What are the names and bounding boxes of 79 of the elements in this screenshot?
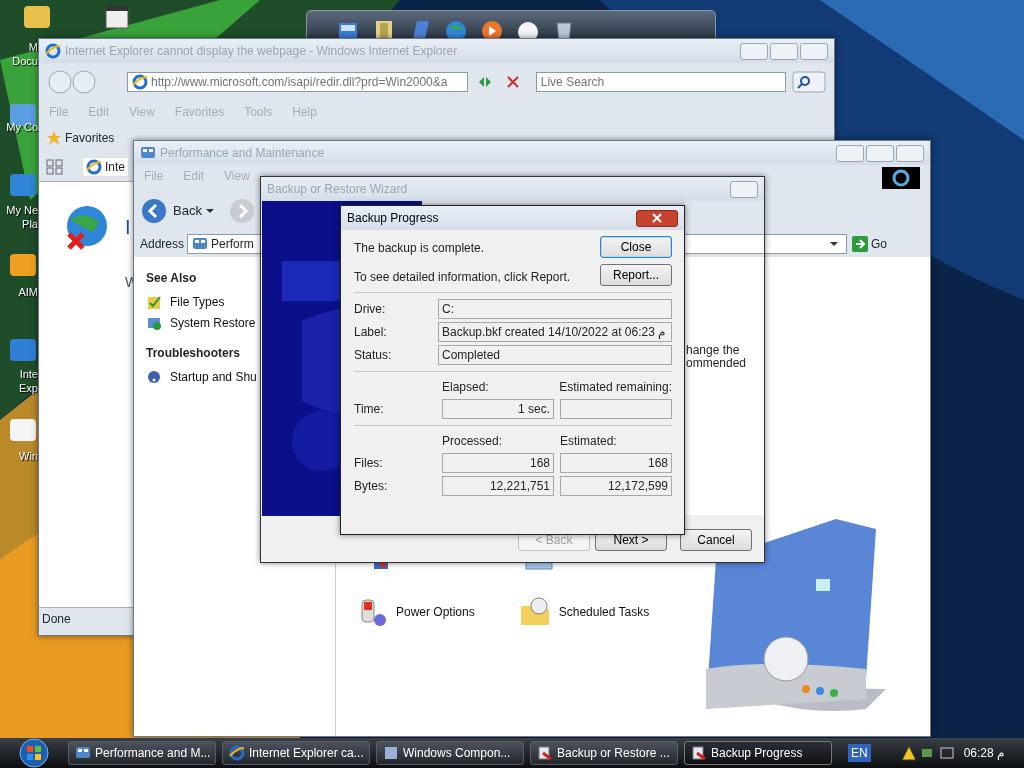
- count-value: 12,221,751: [442, 476, 554, 496]
- warning-icon[interactable]: [900, 745, 917, 761]
- address-label: Address: [140, 236, 185, 253]
- quick-tabs-icon[interactable]: [45, 158, 65, 176]
- dropdown-arrow-icon[interactable]: [830, 240, 841, 248]
- browser-tab[interactable]: Inte: [82, 157, 129, 177]
- field-value: C:: [438, 299, 672, 319]
- windows-logo-icon: [882, 167, 920, 189]
- sidebar-link[interactable]: Startup and Shu: [146, 368, 257, 386]
- field-label: Status:: [354, 347, 393, 364]
- desktop-icon-label[interactable]: Inte Exp: [0, 367, 38, 395]
- wizard-button[interactable]: Cancel: [680, 529, 752, 551]
- taskbar-button[interactable]: Backup Progress: [684, 741, 832, 765]
- backup-icon: [537, 745, 553, 761]
- clock[interactable]: 06:28 م: [963, 744, 1005, 762]
- restore-icon: [146, 315, 162, 331]
- description-text: hange the: [686, 342, 740, 358]
- go-arrow-icon: [852, 236, 869, 252]
- field-label: Label:: [354, 324, 388, 341]
- row-label: Bytes:: [354, 478, 389, 495]
- sidebar-link[interactable]: System Restore: [146, 314, 256, 332]
- taskbar-button[interactable]: Windows Compon...: [376, 741, 524, 765]
- column-heading: Estimated remaining:: [559, 379, 672, 396]
- taskbar-button[interactable]: Backup or Restore ...: [530, 741, 678, 765]
- media-icon[interactable]: [104, 4, 130, 30]
- page-icon: [132, 74, 148, 90]
- help-icon: [146, 369, 162, 385]
- field-value: Backup.bkf created 14/10/2022 at 06:23 م: [438, 322, 672, 342]
- column-heading: Processed:: [442, 433, 504, 450]
- desktop-icon-label[interactable]: AIM: [0, 285, 38, 299]
- dropdown-arrow-icon[interactable]: [205, 207, 216, 215]
- taskbar-button[interactable]: Performance and M...: [68, 741, 216, 765]
- browser-icon: [45, 43, 61, 59]
- device-icon[interactable]: [938, 745, 955, 761]
- desktop-icon-label[interactable]: My Ne Pla: [0, 203, 38, 231]
- sidebar-link[interactable]: File Types: [146, 293, 225, 311]
- close-icon[interactable]: [651, 213, 663, 223]
- favorites-button[interactable]: Favorites: [45, 128, 116, 148]
- folder-icon[interactable]: [373, 19, 395, 41]
- section-heading: Troubleshooters: [146, 345, 241, 362]
- window-title: Performance and Maintenance: [160, 145, 325, 162]
- description-text: ommended: [686, 356, 747, 372]
- control-panel-icon: [140, 145, 156, 161]
- time-value: 1 sec.: [442, 399, 554, 419]
- control-panel-icon: [75, 745, 91, 761]
- count-value: 168: [560, 453, 672, 473]
- dialog-title: Backup Progress: [347, 210, 439, 227]
- back-button[interactable]: Back: [140, 197, 203, 225]
- go-button[interactable]: Go: [851, 234, 889, 254]
- checkmark-icon: [146, 294, 162, 310]
- count-value: 12,172,599: [560, 476, 672, 496]
- star-icon: [46, 130, 62, 146]
- search-icon[interactable]: [792, 71, 826, 93]
- column-heading: Estimated:: [560, 433, 618, 450]
- window-title: Internet Explorer cannot display the webpage - Windows Internet Explorer: [65, 43, 458, 60]
- page-heading: I: [125, 215, 131, 240]
- column-heading: Elapsed:: [442, 379, 490, 396]
- window-icon: [383, 745, 399, 761]
- start-button[interactable]: [16, 738, 52, 768]
- search-field[interactable]: Live Search: [535, 72, 786, 92]
- row-label: Time:: [354, 401, 385, 418]
- close-button[interactable]: Close: [600, 236, 672, 258]
- message-text: The backup is complete.: [354, 240, 485, 257]
- address-field[interactable]: http://www.microsoft.com/isapi/redir.dll?prd=Win2000&a: [127, 72, 468, 92]
- field-value: Completed: [438, 345, 672, 365]
- language-indicator[interactable]: EN: [848, 744, 871, 762]
- page-icon: [86, 159, 102, 175]
- backup-icon: [691, 745, 707, 761]
- row-label: Files:: [354, 455, 384, 472]
- browser-icon: [229, 745, 245, 761]
- taskbar-button[interactable]: Internet Explorer ca...: [222, 741, 370, 765]
- report-button[interactable]: Report...: [600, 264, 672, 286]
- section-heading: See Also: [146, 270, 198, 287]
- field-label: Drive:: [354, 301, 387, 318]
- count-value: 168: [442, 453, 554, 473]
- hint-text: To see detailed information, click Report.: [354, 269, 571, 286]
- window-title: Backup or Restore Wizard: [267, 181, 408, 198]
- desktop-icon-label[interactable]: M Docu: [0, 40, 38, 68]
- clock-folder-icon: [518, 596, 551, 628]
